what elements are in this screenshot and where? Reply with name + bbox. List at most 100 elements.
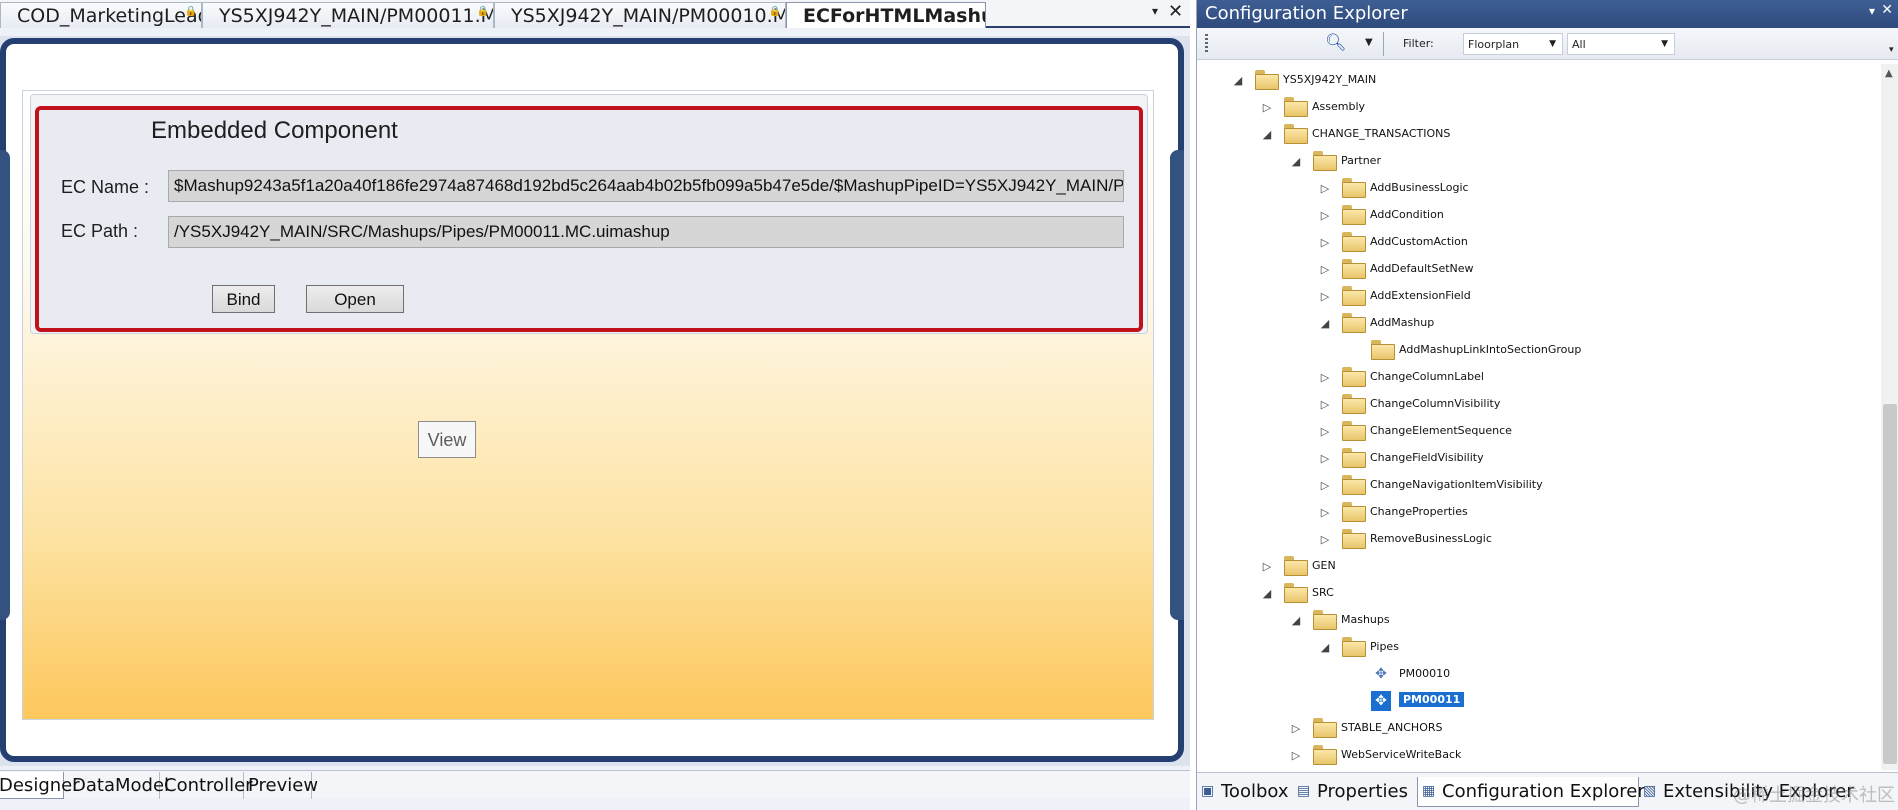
tree-node[interactable]: ▷ ChangeElementSequence [1197,419,1877,445]
tree-node[interactable]: ◢ CHANGE_TRANSACTIONS [1197,122,1877,148]
tree-node[interactable]: ▷ STABLE_ANCHORS [1197,716,1877,742]
tab-properties[interactable]: ▤ Properties [1293,777,1417,807]
tree-node[interactable]: ▷ ChangeNavigationItemVisibility [1197,473,1877,499]
collapse-arrow-icon[interactable]: ◢ [1260,128,1274,141]
document-area: COD_MarketingLead 🔒 YS5XJ942Y_MAIN/PM000… [0,0,1190,810]
expand-arrow-icon[interactable]: ▷ [1318,263,1332,276]
expand-arrow-icon[interactable]: ▷ [1318,371,1332,384]
folder-icon [1284,556,1308,576]
ec-path-field[interactable]: /YS5XJ942Y_MAIN/SRC/Mashups/Pipes/PM0001… [168,216,1124,248]
tree-node[interactable]: ▷ ChangeColumnVisibility [1197,392,1877,418]
right-side-handle[interactable] [1170,150,1184,620]
scroll-up-icon[interactable]: ▲ [1885,68,1893,79]
tree-node[interactable]: ▷ Assembly [1197,95,1877,121]
filter-select[interactable]: Floorplan ▼ [1463,33,1563,55]
tree-node[interactable]: ▷ WebServiceWriteBack [1197,743,1877,769]
expand-arrow-icon[interactable]: ▷ [1289,722,1303,735]
tab-pm00011-mc[interactable]: YS5XJ942Y_MAIN/PM00011.MC 🔒 [202,2,494,28]
collapse-arrow-icon[interactable]: ◢ [1260,587,1274,600]
expand-arrow-icon[interactable]: ▷ [1318,290,1332,303]
tab-controller[interactable]: Controller [160,772,253,799]
tab-label: COD_MarketingLead [17,5,202,27]
chevron-down-icon: ▼ [1661,39,1668,49]
tree-node[interactable]: ▷ ChangeColumnLabel [1197,365,1877,391]
toolbox-icon: ▣ [1201,783,1215,799]
lock-icon: 🔒 [184,6,197,17]
tab-configuration-explorer[interactable]: ▦ Configuration Explorer [1417,777,1645,807]
tab-datamodel[interactable]: DataModel [68,772,169,799]
tab-pm00010-mc[interactable]: YS5XJ942Y_MAIN/PM00010.MC 🔒 [494,2,786,28]
tree-node[interactable]: ✥ PM00011 [1197,689,1877,715]
tab-list-dropdown-icon[interactable]: ▾ [1152,4,1158,18]
expand-arrow-icon[interactable]: ▷ [1318,182,1332,195]
left-side-handle[interactable] [0,150,10,620]
collapse-arrow-icon[interactable]: ◢ [1318,641,1332,654]
bind-button[interactable]: Bind [212,285,275,313]
tree-node[interactable]: ◢ SRC [1197,581,1877,607]
expand-arrow-icon[interactable]: ▷ [1318,236,1332,249]
pin-icon[interactable]: ▾ [1869,4,1875,18]
close-panel-icon[interactable]: ✕ [1881,2,1893,18]
expand-arrow-icon[interactable]: ▷ [1318,425,1332,438]
tree-node[interactable]: AddMashupLinkIntoSectionGroup [1197,338,1877,364]
tree-node[interactable]: ▷ GEN [1197,554,1877,580]
tree-node-label: GEN [1312,559,1336,572]
toolbar-grip-icon[interactable] [1205,34,1208,54]
tree-node[interactable]: ▷ RemoveBusinessLogic [1197,527,1877,553]
tree-node[interactable]: ▷ AddCondition [1197,203,1877,229]
expand-arrow-icon[interactable]: ▷ [1260,101,1274,114]
expand-arrow-icon[interactable]: ▷ [1318,506,1332,519]
tab-designer[interactable]: Designer [0,772,80,799]
collapse-arrow-icon[interactable]: ◢ [1231,74,1245,87]
mashup-pipe-icon: ✥ [1375,666,1387,682]
folder-icon [1342,448,1366,468]
expand-arrow-icon[interactable]: ▷ [1289,749,1303,762]
folder-icon [1342,232,1366,252]
ec-name-field[interactable]: $Mashup9243a5f1a20a40f186fe2974a87468d19… [168,170,1124,202]
tab-cod-marketinglead[interactable]: COD_MarketingLead 🔒 [0,2,202,28]
expand-arrow-icon[interactable]: ▷ [1318,209,1332,222]
explorer-tree[interactable]: ◢ YS5XJ942Y_MAIN ▷ Assembly ◢ CHANGE_TRANSACT… [1197,64,1879,770]
tree-node-label: ChangeProperties [1370,505,1468,518]
tree-node[interactable]: ▷ AddBusinessLogic [1197,176,1877,202]
toolbar-overflow-icon[interactable]: ▾ [1889,45,1894,55]
tree-node[interactable]: ▷ AddDefaultSetNew [1197,257,1877,283]
scroll-thumb[interactable] [1883,404,1897,764]
tree-node[interactable]: ▷ ChangeProperties [1197,500,1877,526]
tree-node[interactable]: ◢ YS5XJ942Y_MAIN [1197,68,1877,94]
scope-select[interactable]: All ▼ [1567,33,1675,55]
tree-node[interactable]: ◢ Partner [1197,149,1877,175]
tree-node-label: AddCondition [1370,208,1444,221]
folder-icon [1313,718,1337,738]
tree-node-label: ChangeColumnVisibility [1370,397,1501,410]
tree-node-label: AddMashup [1370,316,1435,329]
expand-arrow-icon[interactable]: ▷ [1318,479,1332,492]
tree-node[interactable]: ◢ Pipes [1197,635,1877,661]
tree-node[interactable]: ▷ AddExtensionField [1197,284,1877,310]
tree-node[interactable]: ✥ PM00010 [1197,662,1877,688]
tree-node-label: ChangeNavigationItemVisibility [1370,478,1543,491]
tab-ecforhtmlmashup[interactable]: ECForHTMLMashup* [786,2,986,28]
expand-arrow-icon[interactable]: ▷ [1318,398,1332,411]
collapse-arrow-icon[interactable]: ◢ [1318,317,1332,330]
folder-icon [1371,340,1395,360]
search-icon[interactable]: 🔍︎ [1325,33,1347,53]
open-button[interactable]: Open [306,285,404,313]
expand-arrow-icon[interactable]: ▷ [1260,560,1274,573]
mashup-pipe-icon: ✥ [1371,691,1391,711]
collapse-arrow-icon[interactable]: ◢ [1289,155,1303,168]
tree-node[interactable]: ◢ Mashups [1197,608,1877,634]
tree-node[interactable]: ▷ ChangeFieldVisibility [1197,446,1877,472]
close-tab-icon[interactable]: ✕ [1168,1,1183,22]
folder-icon [1342,529,1366,549]
view-button[interactable]: View [418,421,476,458]
expand-arrow-icon[interactable]: ▷ [1318,452,1332,465]
tree-node[interactable]: ▷ AddCustomAction [1197,230,1877,256]
tab-toolbox[interactable]: ▣ Toolbox [1197,777,1293,807]
tab-preview[interactable]: Preview [244,772,318,799]
properties-icon: ▤ [1297,783,1311,799]
tree-node[interactable]: ◢ AddMashup [1197,311,1877,337]
expand-arrow-icon[interactable]: ▷ [1318,533,1332,546]
search-dropdown-icon[interactable]: ▼ [1365,37,1373,48]
collapse-arrow-icon[interactable]: ◢ [1289,614,1303,627]
